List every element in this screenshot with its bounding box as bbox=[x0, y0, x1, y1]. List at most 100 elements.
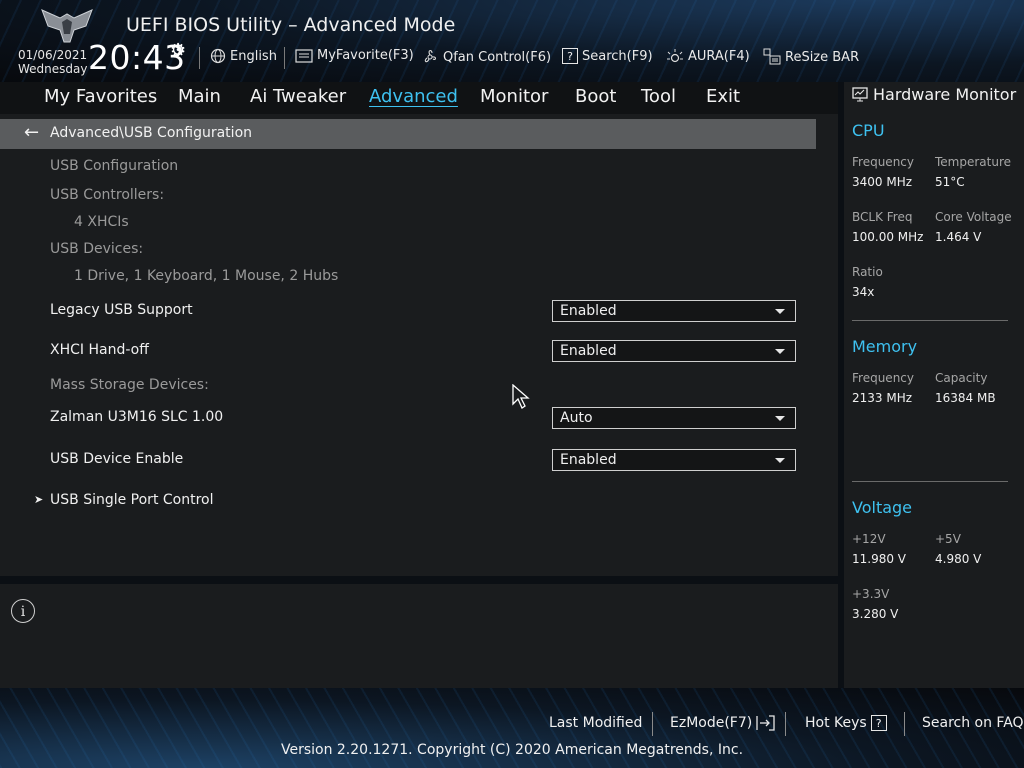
ratio-value: 34x bbox=[852, 285, 875, 299]
tab-tool[interactable]: Tool bbox=[641, 86, 676, 107]
zalman-device-select[interactable]: Auto bbox=[552, 407, 796, 429]
tab-monitor[interactable]: Monitor bbox=[480, 86, 548, 107]
core-voltage-value: 1.464 V bbox=[935, 230, 982, 244]
aura-label: AURA(F4) bbox=[688, 48, 750, 64]
tuf-logo-icon bbox=[41, 9, 93, 43]
v12-value: 11.980 V bbox=[852, 552, 907, 566]
chevron-down-icon bbox=[775, 349, 785, 354]
submenu-arrow-icon: ➤ bbox=[34, 493, 44, 506]
search-on-faq-button[interactable]: Search on FAQ bbox=[922, 715, 1024, 731]
v33-label: +3.3V bbox=[852, 587, 890, 601]
weekday-text: Wednesday bbox=[18, 62, 88, 76]
help-panel bbox=[0, 584, 838, 688]
back-arrow-icon[interactable]: ← bbox=[24, 122, 39, 143]
v33-value: 3.280 V bbox=[852, 607, 899, 621]
bclk-label: BCLK Freq bbox=[852, 210, 913, 224]
info-icon: i bbox=[11, 599, 35, 623]
window-title: UEFI BIOS Utility – Advanced Mode bbox=[126, 14, 456, 36]
bclk-value: 100.00 MHz bbox=[852, 230, 924, 244]
hot-keys-label: Hot Keys bbox=[805, 715, 867, 731]
select-value: Auto bbox=[560, 410, 593, 426]
ratio-label: Ratio bbox=[852, 265, 883, 279]
version-text: Version 2.20.1271. Copyright (C) 2020 Am… bbox=[280, 742, 744, 758]
monitor-icon bbox=[852, 87, 868, 102]
ezmode-label: EzMode(F7) bbox=[670, 715, 753, 731]
resize-bar-button[interactable]: ReSize BAR bbox=[763, 48, 859, 66]
section-divider bbox=[852, 320, 1008, 321]
date-display: 01/06/2021 Wednesday bbox=[18, 48, 87, 76]
search-label: Search(F9) bbox=[582, 48, 653, 64]
globe-icon bbox=[210, 48, 226, 64]
ezmode-button[interactable]: EzMode(F7) bbox=[670, 715, 776, 731]
voltage-heading: Voltage bbox=[852, 498, 913, 517]
tab-main[interactable]: Main bbox=[178, 86, 221, 107]
memory-capacity-label: Capacity bbox=[935, 371, 988, 385]
footer-divider bbox=[652, 712, 653, 736]
breadcrumb-text: Advanced\USB Configuration bbox=[50, 125, 253, 141]
xhci-handoff-label: XHCI Hand-off bbox=[50, 342, 149, 358]
zalman-device-label: Zalman U3M16 SLC 1.00 bbox=[50, 409, 224, 425]
resize-bar-label: ReSize BAR bbox=[785, 49, 860, 65]
section-divider bbox=[852, 481, 1008, 482]
tab-ai-tweaker[interactable]: Ai Tweaker bbox=[250, 86, 346, 107]
favorite-icon bbox=[295, 48, 313, 63]
hot-keys-button[interactable]: Hot Keys ? bbox=[805, 715, 887, 731]
fan-icon bbox=[424, 50, 437, 63]
cpu-temperature-label: Temperature bbox=[935, 155, 1012, 169]
usb-device-enable-label: USB Device Enable bbox=[50, 451, 184, 467]
last-modified-button[interactable]: Last Modified bbox=[549, 715, 642, 731]
header-divider bbox=[284, 47, 285, 69]
search-on-faq-label: Search on FAQ bbox=[922, 715, 1024, 731]
cpu-temperature-value: 51°C bbox=[935, 175, 965, 189]
qfan-control-label: Qfan Control(F6) bbox=[443, 49, 552, 65]
memory-heading: Memory bbox=[852, 337, 918, 356]
hardware-monitor-title: Hardware Monitor bbox=[852, 85, 1016, 104]
core-voltage-label: Core Voltage bbox=[935, 210, 1012, 224]
settings-gear-icon[interactable]: ⚙ bbox=[170, 40, 186, 61]
header-divider bbox=[199, 47, 200, 69]
myfavorite-button[interactable]: MyFavorite(F3) bbox=[295, 48, 414, 63]
tab-boot[interactable]: Boot bbox=[575, 86, 616, 107]
memory-capacity-value: 16384 MB bbox=[935, 391, 996, 405]
tab-my-favorites[interactable]: My Favorites bbox=[44, 86, 157, 107]
date-text: 01/06/2021 bbox=[18, 48, 88, 62]
exit-to-ezmode-icon bbox=[756, 715, 775, 731]
v5-value: 4.980 V bbox=[935, 552, 982, 566]
legacy-usb-support-label: Legacy USB Support bbox=[50, 302, 193, 318]
tab-exit[interactable]: Exit bbox=[706, 86, 740, 107]
footer-divider bbox=[904, 712, 905, 736]
xhci-handoff-select[interactable]: Enabled bbox=[552, 340, 796, 362]
myfavorite-label: MyFavorite(F3) bbox=[317, 48, 414, 63]
language-label: English bbox=[230, 48, 277, 64]
v12-label: +12V bbox=[852, 532, 886, 546]
tab-advanced[interactable]: Advanced bbox=[369, 86, 458, 107]
usb-device-enable-select[interactable]: Enabled bbox=[552, 449, 796, 471]
mouse-cursor-icon bbox=[512, 384, 530, 409]
chevron-down-icon bbox=[775, 416, 785, 421]
v5-label: +5V bbox=[935, 532, 961, 546]
usb-devices-value: 1 Drive, 1 Keyboard, 1 Mouse, 2 Hubs bbox=[74, 268, 339, 284]
usb-devices-label: USB Devices: bbox=[50, 241, 144, 257]
aura-button[interactable]: AURA(F4) bbox=[666, 48, 750, 64]
legacy-usb-support-select[interactable]: Enabled bbox=[552, 300, 796, 322]
chevron-down-icon bbox=[775, 309, 785, 314]
cpu-frequency-label: Frequency bbox=[852, 155, 914, 169]
usb-single-port-control-link[interactable]: USB Single Port Control bbox=[50, 492, 214, 508]
search-help-icon: ? bbox=[562, 48, 578, 64]
cpu-heading: CPU bbox=[852, 121, 885, 140]
language-button[interactable]: English bbox=[210, 48, 277, 64]
search-button[interactable]: ? Search(F9) bbox=[562, 48, 653, 64]
chevron-down-icon bbox=[775, 458, 785, 463]
hardware-monitor-label: Hardware Monitor bbox=[873, 85, 1017, 104]
mass-storage-label: Mass Storage Devices: bbox=[50, 377, 209, 393]
cpu-frequency-value: 3400 MHz bbox=[852, 175, 913, 189]
usb-controllers-value: 4 XHCIs bbox=[74, 214, 129, 230]
footer-divider bbox=[785, 712, 786, 736]
select-value: Enabled bbox=[560, 452, 617, 468]
usb-controllers-label: USB Controllers: bbox=[50, 187, 165, 203]
select-value: Enabled bbox=[560, 303, 617, 319]
memory-frequency-label: Frequency bbox=[852, 371, 914, 385]
help-key-icon: ? bbox=[870, 715, 887, 731]
aura-light-icon bbox=[667, 49, 683, 63]
qfan-control-button[interactable]: Qfan Control(F6) bbox=[421, 48, 551, 66]
